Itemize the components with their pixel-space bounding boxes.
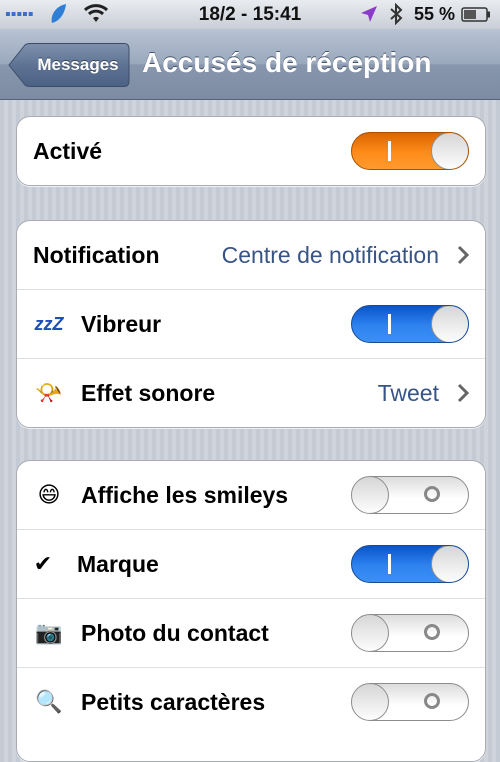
row-small-text: 🔍 Petits caractères bbox=[17, 668, 485, 736]
row-label: Marque bbox=[77, 551, 159, 577]
navigation-bar: Messages Accusés de réception bbox=[0, 29, 500, 100]
toggle-off-mark bbox=[424, 624, 440, 640]
toggle-knob bbox=[352, 615, 389, 651]
active-toggle[interactable] bbox=[351, 132, 469, 170]
row-label: Effet sonore bbox=[81, 380, 216, 406]
camera-icon: 📷 bbox=[35, 620, 63, 645]
bluetooth-icon bbox=[390, 3, 403, 25]
magnifier-icon: 🔍 bbox=[35, 689, 63, 714]
megaphone-icon: 📯 bbox=[35, 380, 63, 405]
group-display: 😄 Affiche les smileys ✔ Marque 📷 Photo d… bbox=[16, 460, 486, 762]
vibrate-toggle[interactable] bbox=[351, 305, 469, 343]
row-active: Activé bbox=[17, 117, 485, 185]
toggle-on-mark bbox=[388, 314, 391, 334]
toggle-knob bbox=[431, 133, 468, 169]
row-label: Vibreur bbox=[81, 311, 162, 337]
battery-percent: 55 % bbox=[414, 4, 456, 24]
row-value: Centre de notification bbox=[221, 242, 439, 268]
toggle-on-mark bbox=[388, 141, 391, 161]
back-button-label: Messages bbox=[37, 55, 119, 74]
group-activation: Activé bbox=[16, 116, 486, 186]
toggle-knob bbox=[352, 477, 389, 513]
chevron-right-icon bbox=[457, 245, 469, 265]
page-title: Accusés de réception bbox=[142, 47, 432, 78]
toggle-knob bbox=[431, 546, 468, 582]
group-notification: Notification Centre de notification zzZ … bbox=[16, 220, 486, 428]
toggle-knob bbox=[352, 684, 389, 720]
smiley-icon: 😄 bbox=[37, 482, 61, 507]
row-smileys: 😄 Affiche les smileys bbox=[17, 461, 485, 530]
row-value: Tweet bbox=[377, 380, 439, 406]
row-sound-effect[interactable]: 📯 Effet sonore Tweet bbox=[17, 359, 485, 427]
back-button[interactable]: Messages bbox=[8, 43, 130, 87]
zzz-icon: zzZ bbox=[34, 314, 64, 334]
row-vibrate: zzZ Vibreur bbox=[17, 290, 485, 359]
smileys-toggle[interactable] bbox=[351, 476, 469, 514]
toggle-off-mark bbox=[424, 486, 440, 502]
row-label: Photo du contact bbox=[81, 620, 269, 646]
row-label: Notification bbox=[33, 242, 160, 268]
row-label: Affiche les smileys bbox=[81, 482, 289, 508]
toggle-off-mark bbox=[424, 693, 440, 709]
location-icon bbox=[361, 6, 377, 22]
mark-toggle[interactable] bbox=[351, 545, 469, 583]
row-label: Petits caractères bbox=[81, 689, 266, 715]
row-notification[interactable]: Notification Centre de notification bbox=[17, 221, 485, 290]
battery-icon bbox=[461, 7, 490, 22]
status-bar: ▪▪▪▪▪ 18/2 - 15:41 55 % bbox=[0, 0, 500, 29]
row-contact-photo: 📷 Photo du contact bbox=[17, 599, 485, 668]
toggle-knob bbox=[431, 306, 468, 342]
checkmark-icon: ✔ bbox=[33, 551, 53, 576]
small-text-toggle[interactable] bbox=[351, 683, 469, 721]
contact-photo-toggle[interactable] bbox=[351, 614, 469, 652]
row-label: Activé bbox=[33, 138, 103, 164]
chevron-right-icon bbox=[457, 383, 469, 403]
row-mark: ✔ Marque bbox=[17, 530, 485, 599]
toggle-on-mark bbox=[388, 554, 391, 574]
